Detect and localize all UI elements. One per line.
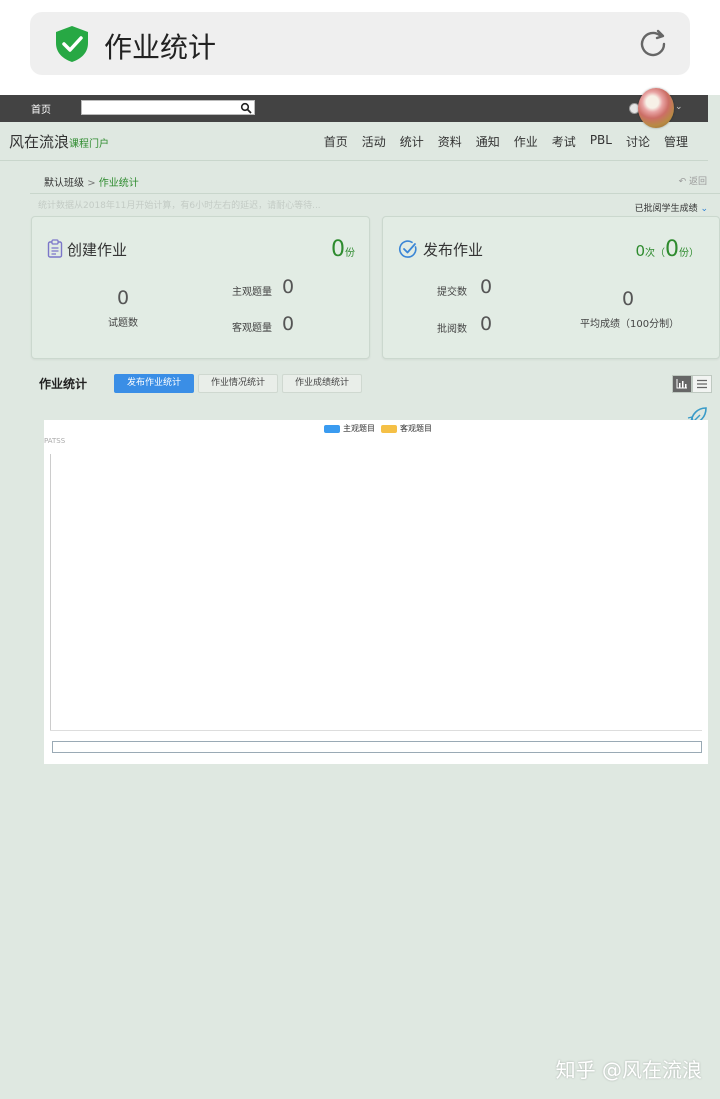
chevron-down-icon[interactable]: ⌄ [675, 102, 683, 112]
publish-homework-card: 发布作业 0次（0份） 提交数 0 批阅数 0 0 平均成绩（100分制） [382, 216, 720, 359]
submit-label: 提交数 [437, 287, 467, 298]
chart-zoom-slider[interactable] [52, 741, 702, 753]
chevron-down-icon: ⌄ [700, 204, 708, 214]
legend-label-subjective: 主观题目 [343, 424, 375, 433]
legend-swatch-subjective [324, 424, 340, 433]
grading-filter-label: 已批阅学生成绩 [634, 204, 698, 214]
shield-check-icon [56, 26, 88, 62]
breadcrumb-separator: > [87, 178, 96, 189]
create-count: 0份 [331, 237, 355, 262]
main-menu: 首页 活动 统计 资料 通知 作业 考试 PBL 讨论 管理 [324, 133, 688, 150]
data-notice: 统计数据从2018年11月开始计算，有6小时左右的延迟，请耐心等待... [38, 201, 321, 211]
top-navbar: 首页 ⌄ [0, 88, 708, 128]
x-axis [50, 730, 702, 731]
clipboard-icon [47, 239, 63, 258]
chart-legend: 主观题目 客观题目 [324, 423, 432, 434]
site-logo[interactable]: 风在流浪课程门户 [9, 131, 109, 152]
create-count-unit: 份 [345, 248, 355, 259]
logo-subtitle: 课程门户 [69, 139, 110, 150]
publish-copies-unit: 份） [679, 248, 699, 259]
menu-item-activity[interactable]: 活动 [362, 133, 386, 150]
tab-score-stats[interactable]: 作业成绩统计 [282, 374, 363, 393]
breadcrumb-current: 作业统计 [98, 178, 139, 189]
review-label: 批阅数 [437, 324, 467, 335]
subjective-label: 主观题量 [232, 287, 272, 298]
publish-count: 0次（0份） [635, 237, 699, 262]
legend-item-objective[interactable]: 客观题目 [381, 423, 432, 434]
list-view-button[interactable] [692, 375, 712, 393]
divider [30, 193, 720, 194]
stats-section-title: 作业统计 [39, 377, 88, 391]
breadcrumb-class[interactable]: 默认班级 [44, 178, 84, 189]
menu-item-exam[interactable]: 考试 [552, 133, 576, 150]
publish-card-title: 发布作业 [423, 241, 484, 259]
create-card-title: 创建作业 [67, 241, 128, 259]
menu-item-manage[interactable]: 管理 [664, 133, 688, 150]
page-title-bar: 作业统计 [30, 12, 690, 75]
questions-value: 0 [116, 287, 130, 309]
search-input[interactable] [81, 100, 255, 115]
logo-name: 风在流浪 [9, 133, 70, 151]
breadcrumb: 默认班级 > 作业统计 [44, 174, 139, 189]
back-arrow-icon: ↶ [678, 177, 687, 187]
legend-item-subjective[interactable]: 主观题目 [324, 423, 375, 434]
legend-swatch-objective [381, 424, 397, 433]
questions-label: 试题数 [108, 318, 138, 329]
review-value: 0 [480, 313, 493, 335]
menu-item-materials[interactable]: 资料 [438, 133, 462, 150]
menu-item-homework[interactable]: 作业 [514, 133, 538, 150]
refresh-icon[interactable] [636, 27, 670, 61]
menu-item-notice[interactable]: 通知 [476, 133, 500, 150]
back-label: 返回 [688, 177, 707, 187]
stats-tabs: 发布作业统计 作业情况统计 作业成绩统计 [114, 374, 363, 393]
publish-paren-open: （ [655, 248, 665, 259]
objective-label: 客观题量 [232, 323, 272, 334]
y-axis [50, 454, 51, 730]
publish-times-unit: 次 [645, 248, 655, 259]
chart-view-button[interactable] [672, 375, 692, 393]
create-count-value: 0 [331, 237, 345, 262]
objective-value: 0 [282, 313, 295, 335]
view-toggle [672, 375, 712, 393]
watermark: 知乎 @风在流浪 [555, 1058, 702, 1082]
menu-item-discussion[interactable]: 讨论 [626, 133, 650, 150]
create-homework-card: 创建作业 0份 0 试题数 主观题量 0 客观题量 0 [31, 216, 370, 359]
publish-copies-value: 0 [665, 237, 679, 262]
site-header: 风在流浪课程门户 首页 活动 统计 资料 通知 作业 考试 PBL 讨论 管理 [0, 122, 708, 161]
y-axis-label: PATSS [44, 437, 66, 445]
submit-value: 0 [480, 276, 493, 298]
list-icon [697, 379, 707, 389]
publish-times-value: 0 [635, 242, 645, 260]
menu-item-home[interactable]: 首页 [324, 133, 348, 150]
browser-top-area: 作业统计 [0, 0, 720, 95]
nav-home-link[interactable]: 首页 [31, 101, 51, 116]
grading-filter-dropdown[interactable]: 已批阅学生成绩 ⌄ [635, 201, 708, 214]
avg-score-label: 平均成绩（100分制） [580, 319, 680, 330]
check-circle-icon [399, 240, 417, 258]
menu-item-stats[interactable]: 统计 [400, 133, 424, 150]
subjective-value: 0 [282, 276, 295, 298]
search-icon[interactable] [240, 102, 252, 114]
back-button[interactable]: ↶ 返回 [679, 174, 707, 187]
menu-item-pbl[interactable]: PBL [590, 133, 612, 150]
tab-publish-stats[interactable]: 发布作业统计 [114, 374, 195, 393]
legend-label-objective: 客观题目 [400, 424, 432, 433]
page-title: 作业统计 [104, 31, 217, 64]
tab-status-stats[interactable]: 作业情况统计 [198, 374, 279, 393]
publish-stats-chart: 主观题目 客观题目 PATSS [44, 420, 708, 764]
avg-score-value: 0 [621, 288, 635, 310]
bar-chart-icon [676, 379, 687, 389]
